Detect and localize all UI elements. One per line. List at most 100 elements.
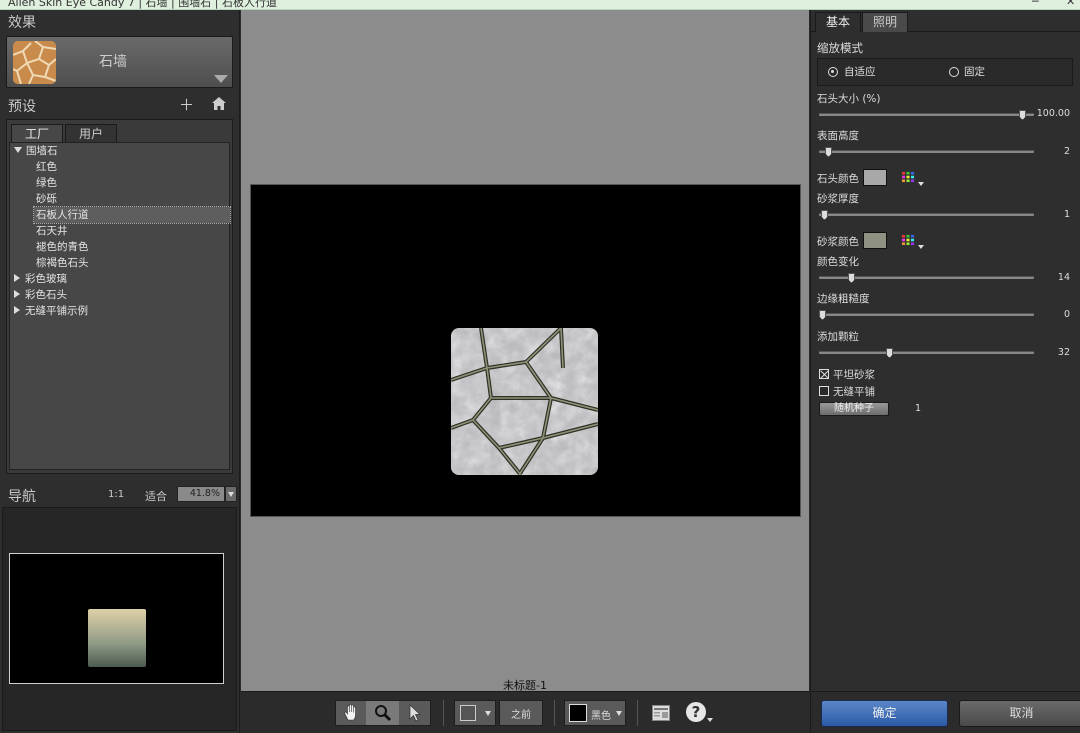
surface-height-value[interactable]: 2 [1030,146,1070,157]
navigator-viewport[interactable] [9,553,224,684]
stone-color-swatch[interactable] [863,169,887,186]
tree-item-stone-patio[interactable]: 石天井 [36,223,68,239]
radio-fixed-label: 固定 [964,66,985,78]
tab-user[interactable]: 用户 [65,124,117,144]
slider-thumb[interactable] [819,310,826,320]
scale-mode-group: 自适应 固定 [817,58,1073,86]
pointer-tool-icon[interactable] [400,701,430,725]
edge-roughness-label: 边缘粗糙度 [817,293,870,305]
tool-group [335,700,431,726]
navigator-panel [2,507,237,731]
color-variation-value[interactable]: 14 [1030,272,1070,283]
edge-roughness-slider[interactable] [819,310,1034,320]
stone-size-slider[interactable] [819,110,1034,120]
slider-thumb[interactable] [848,273,855,283]
slider-thumb[interactable] [825,147,832,157]
add-grain-slider[interactable] [819,348,1034,358]
settings-panel: 基本 照明 缩放模式 自适应 固定 石头大小 (%) 100.00 表面高度 2… [810,10,1080,733]
left-panel: 效果 石墙 预设 ＋ 工厂 用户 围墙石 红色 绿色 砂砾 石板人行道 石天井 … [0,10,240,733]
tree-item-green[interactable]: 绿色 [36,175,57,191]
dropdown-arrow-icon[interactable] [918,182,924,186]
surface-height-slider[interactable] [819,147,1034,157]
tab-basic[interactable]: 基本 [815,12,861,32]
home-icon[interactable] [212,97,226,113]
compare-mode-dropdown[interactable] [454,700,496,726]
effect-selector[interactable]: 石墙 [6,36,233,88]
preview-toolbar: 之前 黑色 ? [241,691,809,733]
effect-section-title: 效果 [8,15,36,31]
mortar-thickness-slider[interactable] [819,210,1034,220]
zoom-dropdown-icon[interactable] [225,486,237,502]
slider-thumb[interactable] [886,348,893,358]
tree-group-seamless-examples[interactable]: 无缝平铺示例 [14,303,88,319]
mortar-color-label: 砂浆颜色 [817,236,859,248]
add-grain-value[interactable]: 32 [1030,347,1070,358]
dialog-actions: 确定 取消 [811,691,1080,733]
presets-panel: 工厂 用户 围墙石 红色 绿色 砂砾 石板人行道 石天井 褪色的青色 棕褐色石头… [6,119,233,474]
tree-item-flagstone-sidewalk[interactable]: 石板人行道 [33,206,231,224]
dropdown-arrow-icon[interactable] [918,245,924,249]
help-icon[interactable]: ? [686,700,713,726]
zoom-level-field[interactable]: 41.8% [177,486,225,502]
radio-fixed[interactable] [949,67,959,77]
preset-tree: 围墙石 红色 绿色 砂砾 石板人行道 石天井 褪色的青色 棕褐色石头 彩色玻璃 … [9,142,231,470]
slider-thumb[interactable] [1019,110,1026,120]
hand-tool-icon[interactable] [336,701,366,725]
color-variation-label: 颜色变化 [817,256,859,268]
tree-group-wall-stone[interactable]: 围墙石 [14,143,58,159]
random-seed-button[interactable]: 随机种子 [819,402,889,416]
background-color-dropdown[interactable]: 黑色 [564,700,626,726]
collapsed-arrow-icon [14,274,20,282]
tab-lighting[interactable]: 照明 [862,12,908,32]
slider-thumb[interactable] [821,210,828,220]
add-preset-icon[interactable]: ＋ [179,98,194,113]
zoom-1to1-button[interactable]: 1:1 [108,489,124,500]
add-grain-label: 添加颗粒 [817,331,859,343]
preview-area: 未标题-1 之前 黑色 ? [241,10,809,733]
stone-wall-preview-image [451,328,598,475]
single-view-icon [460,705,476,721]
seamless-tile-checkbox[interactable] [819,386,829,396]
navigator-section-title: 导航 [8,489,36,505]
mortar-thickness-value[interactable]: 1 [1030,209,1070,220]
presets-section-title: 预设 [8,99,36,115]
color-grid-icon[interactable] [901,234,915,246]
tree-group-colored-stone[interactable]: 彩色石头 [14,287,67,303]
tree-group-stained-glass[interactable]: 彩色玻璃 [14,271,67,287]
collapsed-arrow-icon [14,290,20,298]
title-bar: Alien Skin Eye Candy 7 | 石墙 | 围墙石 | 石板人行… [0,0,1080,10]
edge-roughness-value[interactable]: 0 [1030,309,1070,320]
effect-name: 石墙 [99,54,127,70]
color-variation-slider[interactable] [819,273,1034,283]
settings-panel-icon[interactable] [652,705,670,724]
black-swatch-icon [569,704,587,722]
eye-candy-window: Alien Skin Eye Candy 7 | 石墙 | 围墙石 | 石板人行… [0,0,1080,733]
navigator-preview-thumbnail [88,609,146,667]
preview-canvas[interactable] [250,184,801,517]
tree-item-sepia-stone[interactable]: 棕褐色石头 [36,255,89,271]
mortar-color-swatch[interactable] [863,232,887,249]
flat-mortar-checkbox[interactable] [819,369,829,379]
zoom-fit-button[interactable]: 适合 [145,488,167,504]
stone-size-value[interactable]: 100.00 [1030,108,1070,119]
tree-item-red[interactable]: 红色 [36,159,57,175]
minimize-icon[interactable]: ─ [1032,0,1039,8]
color-grid-icon[interactable] [901,171,915,183]
tab-factory[interactable]: 工厂 [11,124,63,144]
random-seed-value[interactable]: 1 [915,403,921,414]
tree-item-gravel[interactable]: 砂砾 [36,191,57,207]
zoom-tool-icon[interactable] [366,701,399,725]
dropdown-arrow-icon [707,718,713,722]
stone-color-label: 石头颜色 [817,173,859,185]
close-icon[interactable]: ✕ [1066,0,1075,8]
ok-button[interactable]: 确定 [821,700,948,727]
flat-mortar-label: 平坦砂浆 [833,369,875,381]
scale-mode-label: 缩放模式 [817,41,863,55]
radio-adaptive[interactable] [828,67,838,77]
seamless-tile-label: 无缝平铺 [833,386,875,398]
effect-dropdown-arrow-icon[interactable] [214,75,228,83]
cancel-button[interactable]: 取消 [959,700,1080,727]
before-button[interactable]: 之前 [499,700,543,726]
tree-item-faded-cyan[interactable]: 褪色的青色 [36,239,89,255]
radio-adaptive-label: 自适应 [844,66,876,78]
